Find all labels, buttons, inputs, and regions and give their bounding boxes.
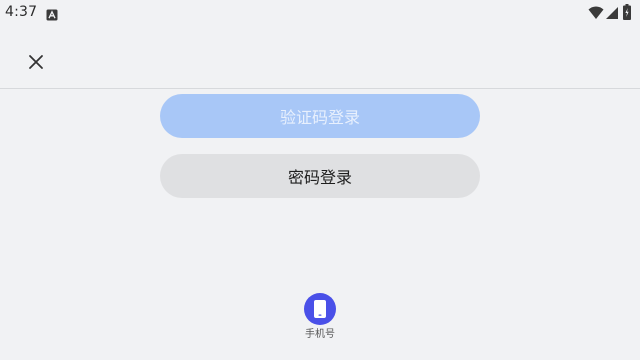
status-time: 4:37 [5, 4, 38, 20]
status-bar: 4:37 [0, 0, 640, 24]
password-login-label: 密码登录 [287, 168, 352, 187]
phone-icon-circle[interactable] [304, 293, 336, 325]
phone-option-label: 手机号 [305, 329, 335, 340]
mobile-phone-icon [314, 300, 326, 318]
header-divider [0, 88, 640, 89]
close-button[interactable] [22, 48, 50, 76]
a-letter-icon [46, 6, 58, 21]
sms-code-login-button[interactable]: 验证码登录 [160, 94, 480, 138]
sms-code-login-label: 验证码登录 [279, 108, 360, 127]
battery-icon [623, 4, 631, 20]
phone-login-option[interactable]: 手机号 [296, 293, 344, 347]
wifi-icon [588, 5, 604, 19]
password-login-button[interactable]: 密码登录 [160, 154, 480, 198]
cellular-signal-icon [605, 5, 619, 19]
login-screen: 4:37 验证码登录 密码登录 手机号 [0, 0, 640, 360]
close-icon [29, 55, 43, 69]
